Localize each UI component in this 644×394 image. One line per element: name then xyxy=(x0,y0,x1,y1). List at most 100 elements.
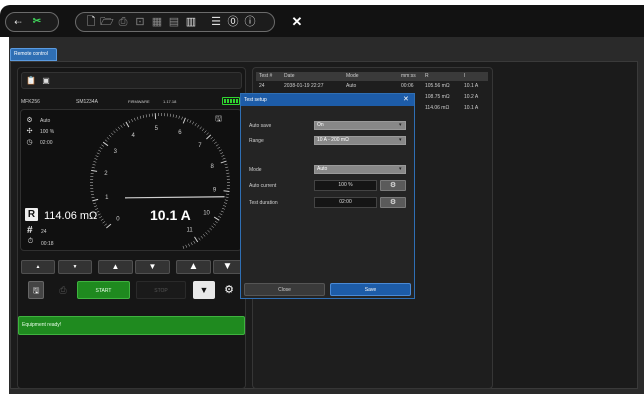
start-button[interactable]: START xyxy=(77,281,130,299)
filter-icon[interactable]: ▼ xyxy=(193,281,215,299)
gauge-tick xyxy=(220,160,227,164)
col-header-time: mm:ss xyxy=(401,73,416,79)
camera-icon[interactable]: ▣ xyxy=(40,75,52,87)
gauge-tick xyxy=(120,124,123,128)
elapsed-value: 00:18 xyxy=(41,241,54,247)
stopwatch-icon: ⏱ xyxy=(27,238,34,245)
clipboard-icon[interactable]: 📋 xyxy=(25,75,37,87)
current-down-button[interactable]: ▼ xyxy=(135,260,170,274)
gauge-tick xyxy=(221,155,225,157)
cell-i: 10.1 A xyxy=(464,83,479,89)
print-results-icon[interactable]: ⎙ xyxy=(54,281,72,299)
range-select[interactable]: 10 A - 200 mΩ ▾ xyxy=(314,136,406,145)
chevron-down-icon: ▾ xyxy=(399,137,402,143)
col-header-date: Date xyxy=(284,73,295,79)
cell-r: 108.75 mΩ xyxy=(425,94,450,100)
gauge-tick xyxy=(214,141,217,144)
range-up-small-button[interactable]: ▼ xyxy=(58,260,92,274)
export-icon[interactable]: ▤ xyxy=(167,15,181,29)
cell-mode: Auto xyxy=(346,83,357,89)
device-model: MFK256 xyxy=(21,99,40,105)
gauge-tick xyxy=(100,218,104,221)
list-icon[interactable]: ▥ xyxy=(184,15,198,29)
auto-save-select[interactable]: On ▾ xyxy=(314,121,406,130)
gauge-tick xyxy=(223,202,227,204)
gauge-tick-label: 8 xyxy=(211,164,215,170)
range-label: Range xyxy=(249,138,264,144)
time-up-button[interactable]: ▲ xyxy=(176,260,211,274)
firmware-version: 1.17.18 xyxy=(163,99,177,104)
settings-icon[interactable]: ☰ xyxy=(209,15,223,29)
open-folder-icon[interactable]: 🗁 xyxy=(100,15,114,29)
gauge-tick xyxy=(93,161,97,163)
save-results-button[interactable]: 🖫 xyxy=(28,281,44,299)
col-header-i: I xyxy=(464,73,466,79)
gauge-tick xyxy=(221,207,225,210)
gauge-tick xyxy=(128,120,131,124)
range-down-small-button[interactable]: ▲ xyxy=(21,260,55,274)
gauge-tick xyxy=(110,132,114,136)
gauge-tick xyxy=(186,118,189,122)
auto-save-label: Auto save xyxy=(249,123,272,129)
gauge-tick xyxy=(117,126,121,130)
gauge-tick xyxy=(219,213,223,216)
gauge-tick-label: 11 xyxy=(187,227,194,233)
gauge-tick xyxy=(224,199,228,201)
gauge-tick xyxy=(178,115,180,119)
gauge-tick xyxy=(199,126,202,130)
save-button[interactable]: Save xyxy=(330,283,411,296)
range-value: 10 A - 200 mΩ xyxy=(317,137,349,143)
current-up-button[interactable]: ▲ xyxy=(98,260,133,274)
gauge-tick xyxy=(139,115,142,119)
close-icon[interactable]: ✕ xyxy=(290,15,304,29)
gauge-tick xyxy=(211,225,214,228)
cell-r: 114.06 mΩ xyxy=(425,105,450,111)
test-duration-input[interactable]: 02:00 xyxy=(314,197,377,208)
new-file-icon[interactable]: 🗋 xyxy=(84,15,98,29)
connect-plug-icon[interactable]: ⇠ xyxy=(11,15,25,29)
print-preview-icon[interactable]: ⊡ xyxy=(133,15,147,29)
gauge-tick xyxy=(214,220,218,224)
device-toolbar: 📋 ▣ xyxy=(21,72,242,89)
gauge-tick xyxy=(93,202,97,205)
gear-icon[interactable]: ⚙ xyxy=(222,281,236,299)
info-icon[interactable]: ⓘ xyxy=(243,15,257,29)
gauge-tick xyxy=(223,190,230,192)
report-icon[interactable]: ▦ xyxy=(150,15,164,29)
gauge-tick xyxy=(192,121,195,125)
stop-button[interactable]: STOP xyxy=(136,281,186,299)
cell-test: 24 xyxy=(259,83,265,89)
time-down-button[interactable]: ▼ xyxy=(213,260,242,274)
gauge-tick xyxy=(102,221,106,224)
gauge-tick xyxy=(106,223,112,229)
gauge-tick xyxy=(225,166,229,168)
gauge-tick-label: 3 xyxy=(114,149,118,155)
test-duration-gear-icon[interactable]: ⚙ xyxy=(380,197,406,208)
gauge-tick xyxy=(215,144,219,147)
table-row[interactable]: 24 2038-01-19 22:27 Auto 00:06 105.56 mΩ… xyxy=(256,82,488,91)
mode-select[interactable]: Auto ▾ xyxy=(314,165,406,174)
gauge-tick xyxy=(189,120,192,124)
gauge-tick xyxy=(91,169,98,172)
gauge-tick-label: 4 xyxy=(132,133,136,139)
gauge-dial: 1 2 3 4 5 6 7 8 9 10 11 0 xyxy=(89,113,230,249)
gauge-tick xyxy=(222,157,226,160)
gauge-tick xyxy=(225,196,229,198)
mode-label: Mode xyxy=(249,167,262,173)
tab-remote-control[interactable]: Remote control xyxy=(10,48,57,61)
auto-current-gear-icon[interactable]: ⚙ xyxy=(380,180,406,191)
auto-current-input[interactable]: 100 % xyxy=(314,180,377,191)
gauge-tick xyxy=(182,245,185,249)
dialog-title: Test setup xyxy=(241,94,414,106)
gauge-tick xyxy=(200,235,203,239)
cell-i: 10.1 A xyxy=(464,105,479,111)
close-button[interactable]: Close xyxy=(244,283,325,296)
gauge-tick xyxy=(108,134,112,138)
gauge-tick xyxy=(99,147,103,150)
help-icon[interactable]: ⓪ xyxy=(226,15,240,29)
dialog-close-icon[interactable]: ✕ xyxy=(403,94,409,106)
gauge-tick xyxy=(205,232,208,235)
gauge-tick xyxy=(145,114,147,118)
gauge-tick xyxy=(113,130,116,134)
print-icon[interactable]: ⎙ xyxy=(116,15,130,29)
